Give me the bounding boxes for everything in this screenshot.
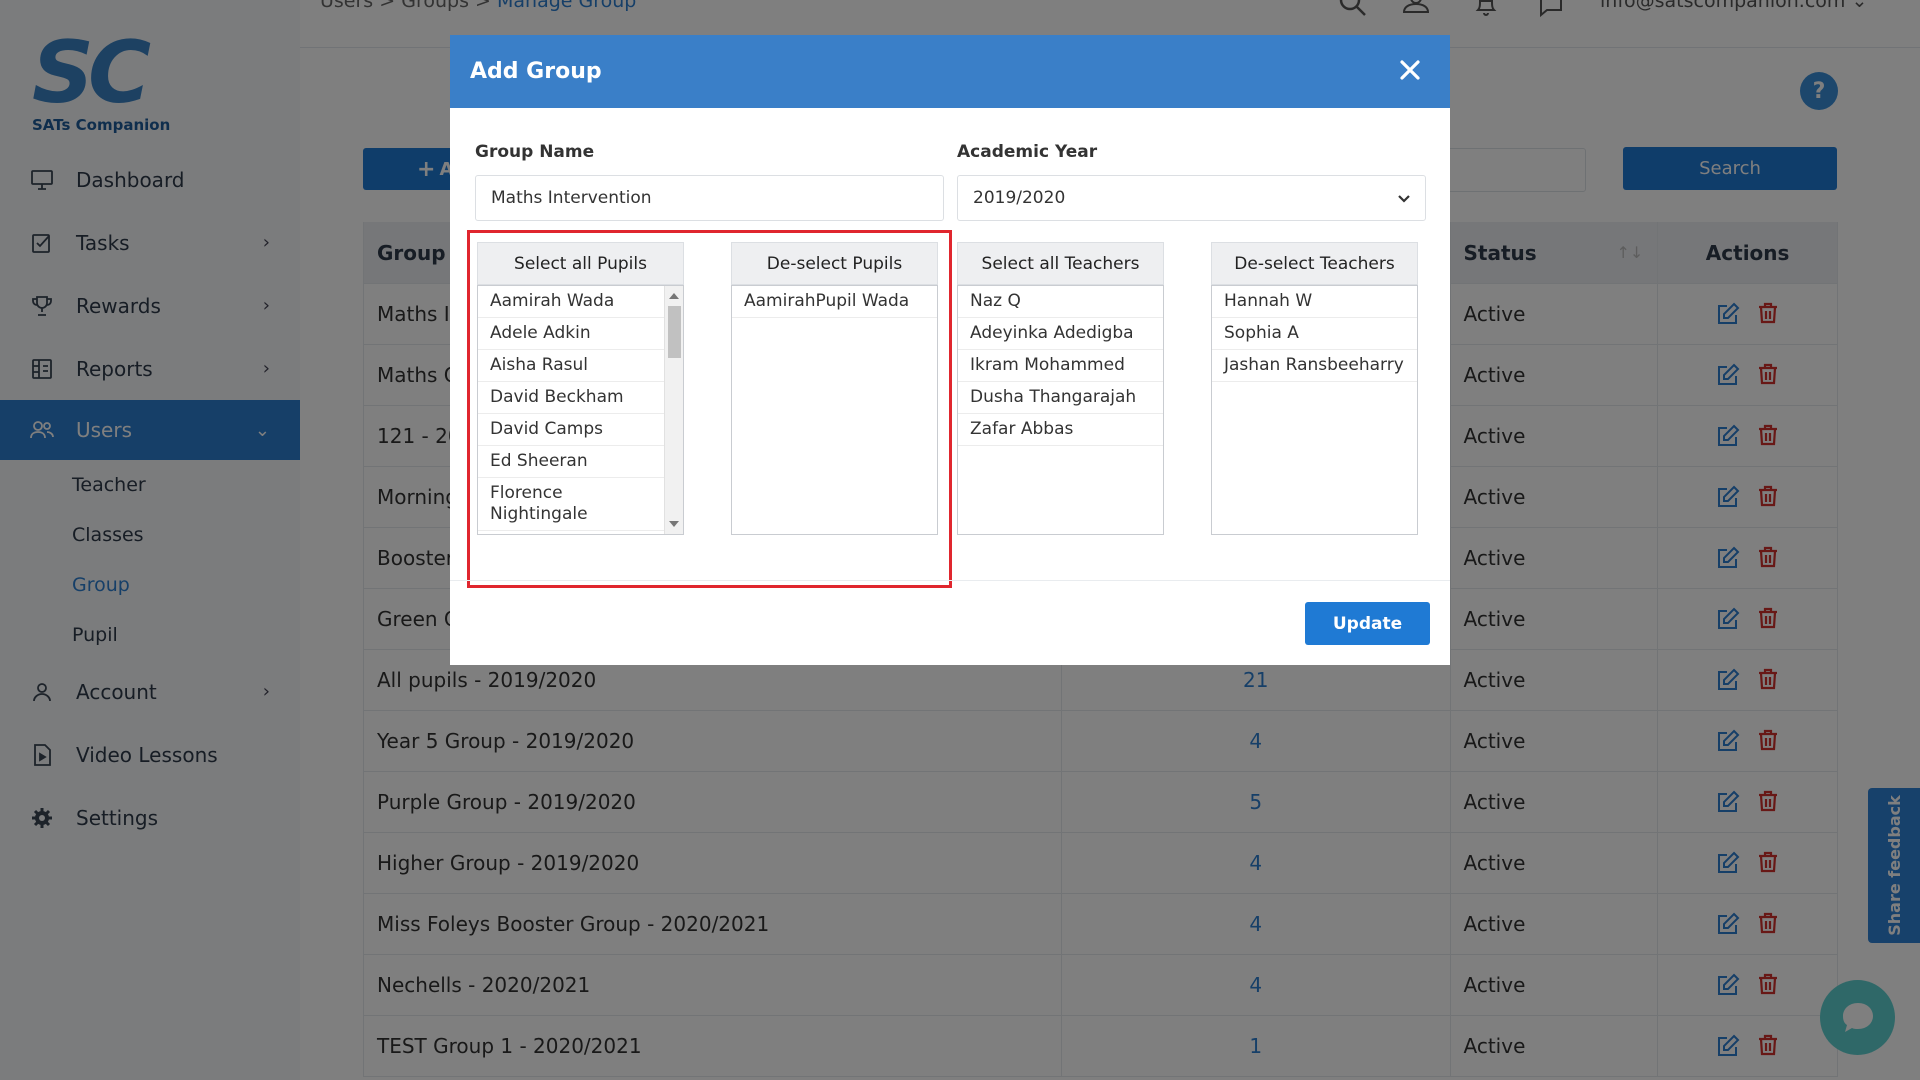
academic-year-value: 2019/2020: [973, 188, 1066, 208]
list-option[interactable]: Adeyinka Adedigba: [958, 318, 1163, 350]
modal-header: Add Group: [450, 35, 1450, 108]
academic-year-select[interactable]: 2019/2020: [957, 175, 1426, 221]
academic-year-label: Academic Year: [957, 142, 1098, 162]
chevron-down-icon: [1398, 195, 1410, 203]
selected-teachers-list[interactable]: Hannah W Sophia A Jashan Ransbeeharry: [1211, 285, 1418, 535]
group-name-label: Group Name: [475, 142, 595, 162]
list-option[interactable]: Hannah W: [1212, 286, 1417, 318]
close-icon[interactable]: [1390, 50, 1430, 90]
pupils-highlight-box: [467, 230, 952, 588]
list-option[interactable]: Dusha Thangarajah: [958, 382, 1163, 414]
modal-title: Add Group: [470, 59, 602, 84]
list-option[interactable]: Sophia A: [1212, 318, 1417, 350]
select-all-teachers-button[interactable]: Select all Teachers: [957, 242, 1164, 285]
modal-footer-divider: [450, 580, 1450, 581]
available-teachers-list[interactable]: Naz Q Adeyinka Adedigba Ikram Mohammed Dush…: [957, 285, 1164, 535]
available-teachers-options: Naz Q Adeyinka Adedigba Ikram Mohammed Dush…: [958, 286, 1163, 446]
list-option[interactable]: Naz Q: [958, 286, 1163, 318]
list-option[interactable]: Zafar Abbas: [958, 414, 1163, 446]
add-group-modal: Add Group Group Name Maths Intervention …: [450, 35, 1450, 665]
list-option[interactable]: Ikram Mohammed: [958, 350, 1163, 382]
update-button[interactable]: Update: [1305, 602, 1430, 645]
selected-teachers-options: Hannah W Sophia A Jashan Ransbeeharry: [1212, 286, 1417, 382]
deselect-teachers-button[interactable]: De-select Teachers: [1211, 242, 1418, 285]
list-option[interactable]: Jashan Ransbeeharry: [1212, 350, 1417, 382]
group-name-field[interactable]: Maths Intervention: [475, 175, 944, 221]
